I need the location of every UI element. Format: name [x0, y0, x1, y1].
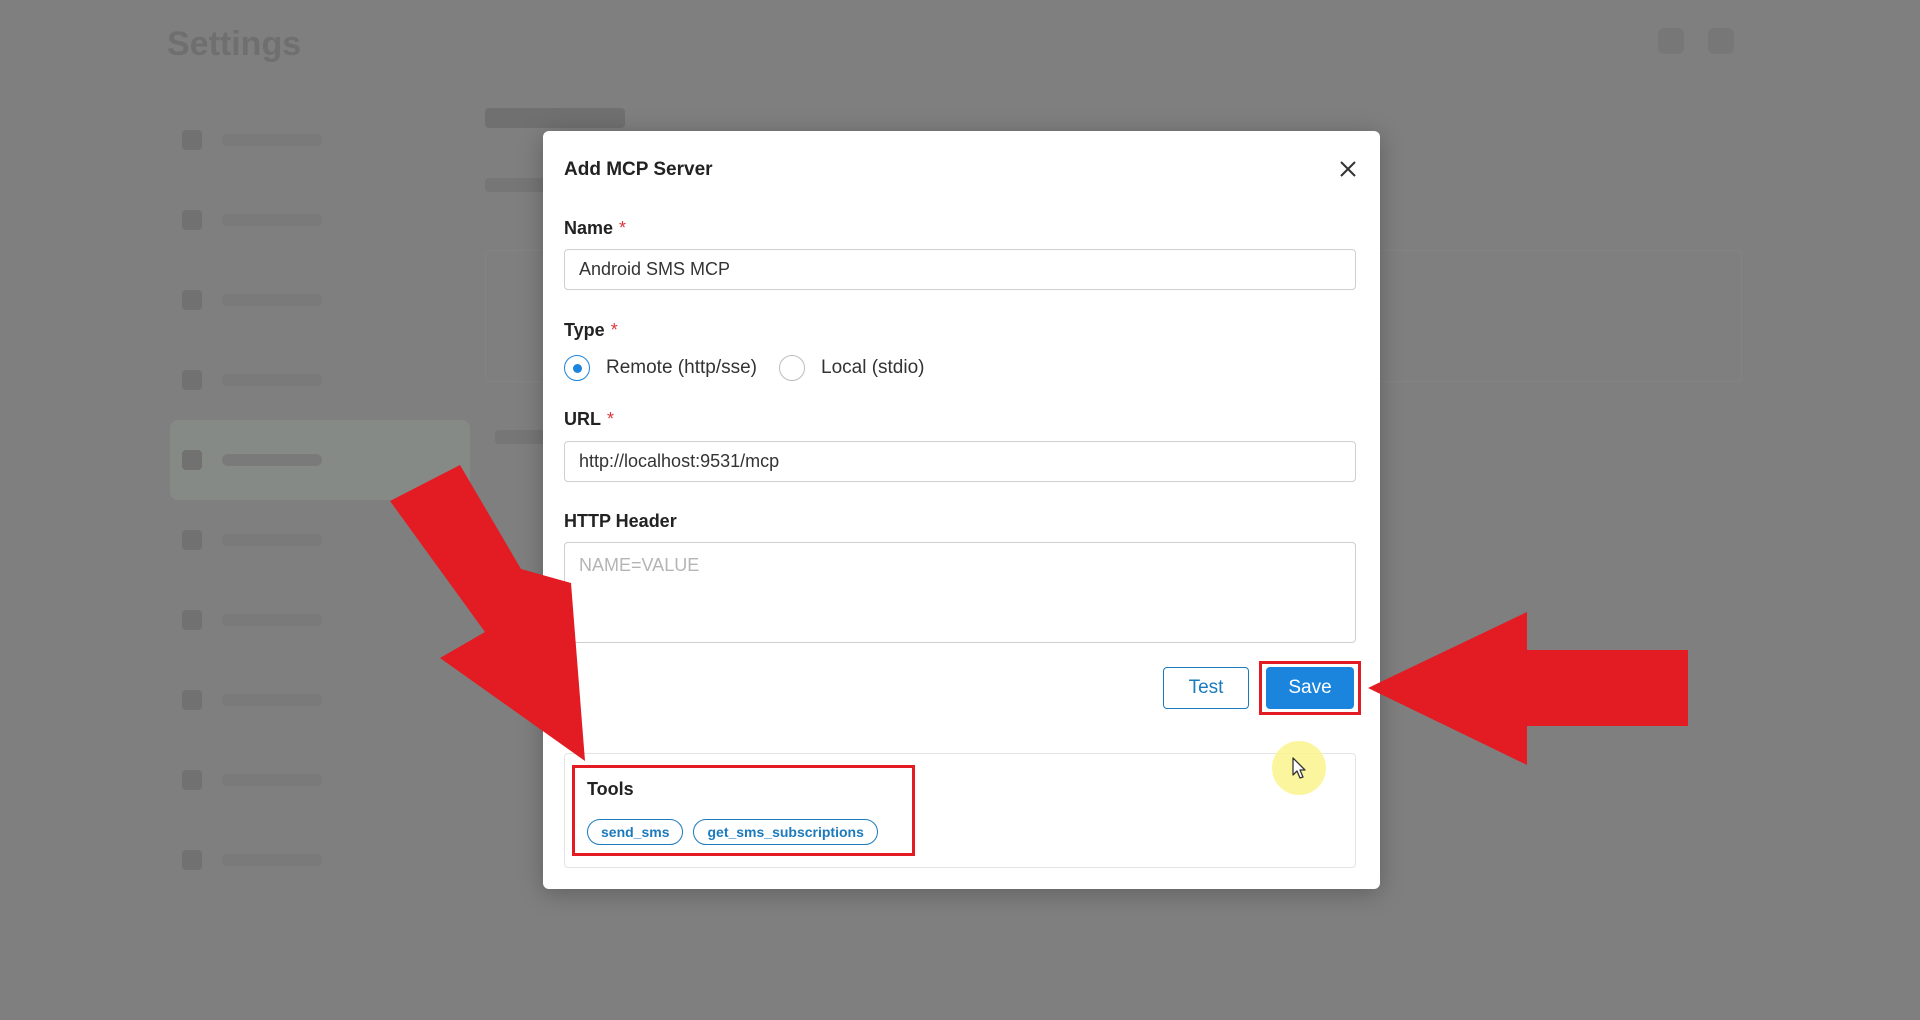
arrow-pointing-left: [1368, 612, 1688, 765]
arrow-pointing-down-right: [390, 465, 585, 761]
annotation-arrows: [390, 465, 1688, 765]
cursor-icon: [1292, 757, 1306, 779]
